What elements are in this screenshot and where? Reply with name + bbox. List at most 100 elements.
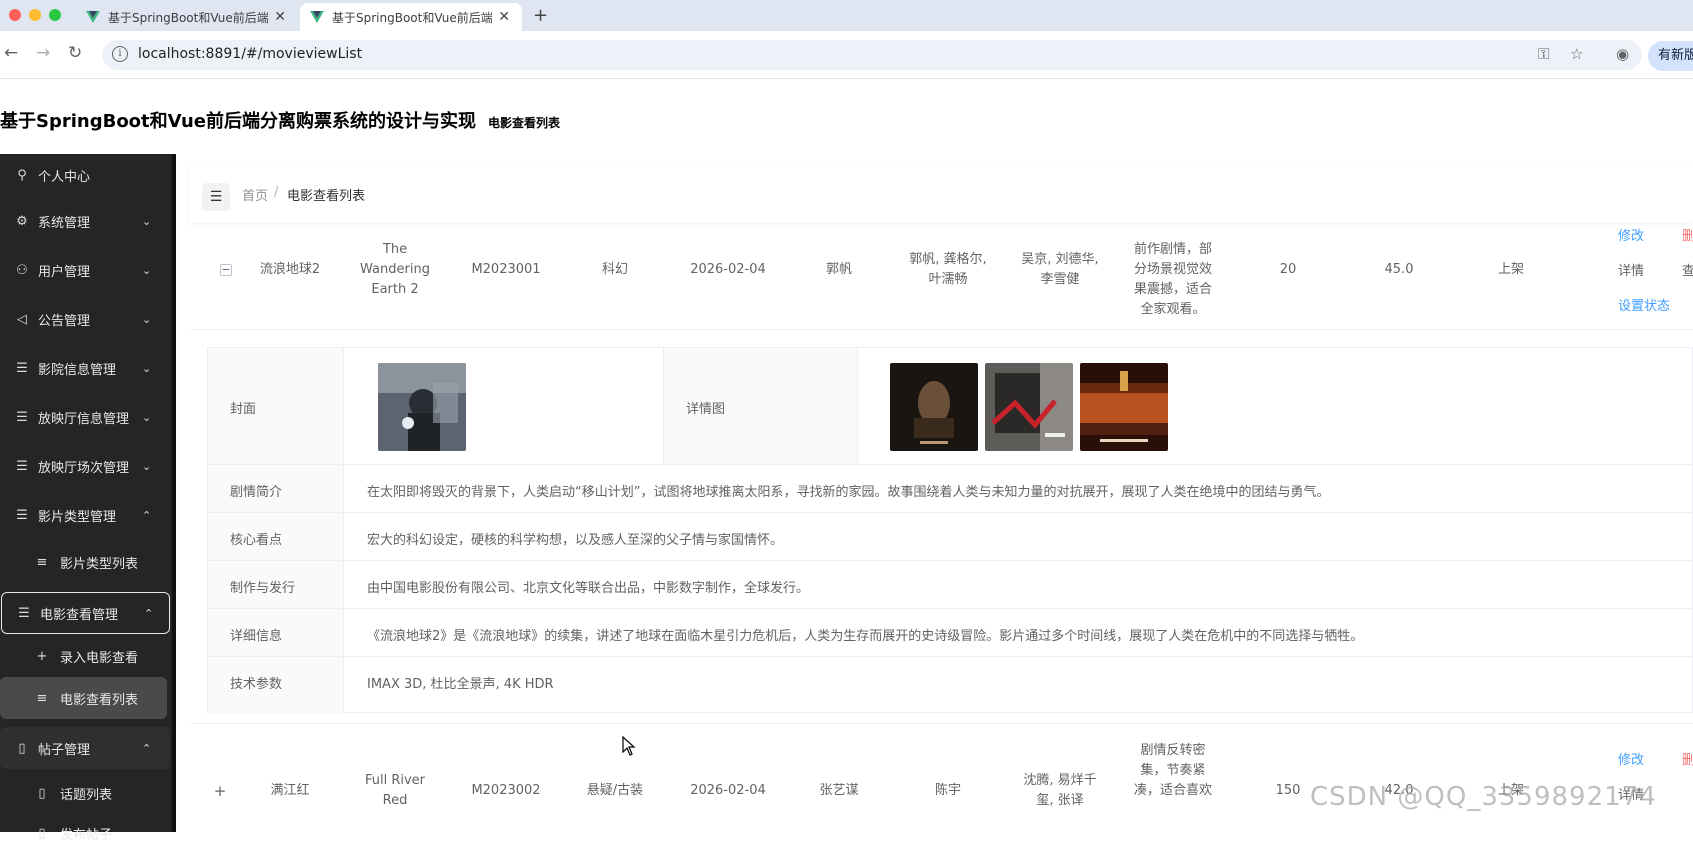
sidebar-item-genre-list[interactable]: ≡ 影片类型列表 [0, 541, 172, 583]
en-name-line: Full River [364, 773, 426, 788]
row-divider [208, 560, 1693, 561]
sidebar-item-posts[interactable]: ▯ 帖子管理 ⌃ [0, 727, 170, 769]
movie-actors: 吴京, 刘德华, 李雪健 [1005, 250, 1115, 290]
browser-tab-active[interactable]: 基于SpringBoot和Vue前后端分离 ✕ [300, 3, 522, 31]
detail-image[interactable] [890, 363, 978, 451]
cover-image[interactable] [378, 363, 466, 451]
info-value: 《流浪地球2》是《流浪地球》的续集，讲述了地球在面临木星引力危机后，人类为生存而… [367, 629, 1364, 644]
sidebar-item-schedule[interactable]: ☰ 放映厅场次管理 ⌄ [0, 445, 172, 487]
sidebar-item-label: 帖子管理 [38, 742, 91, 758]
sidebar-item-users[interactable]: ⚇ 用户管理 ⌄ [0, 249, 172, 291]
sidebar-item-label: 影片类型列表 [60, 556, 139, 572]
sidebar-item-label: 个人中心 [38, 169, 91, 185]
review-line: 前作剧情，部 [1133, 242, 1212, 257]
site-info-icon[interactable]: i [112, 46, 128, 62]
en-name-line: Red [382, 793, 408, 808]
tab-title: 基于SpringBoot和Vue前后端分离 [108, 10, 268, 25]
profile-icon[interactable]: ◉ [1616, 45, 1629, 63]
delete-link[interactable]: 删 [1682, 749, 1693, 768]
cover-label: 封面 [230, 402, 257, 417]
sidebar-item-genre[interactable]: ☰ 影片类型管理 ⌃ [0, 494, 172, 536]
detail-image[interactable] [985, 363, 1073, 451]
movie-review: 前作剧情，部 分场景视觉效 果震撼，适合 全家观看。 [1118, 240, 1228, 320]
delete-link[interactable]: 删 [1682, 225, 1693, 244]
movie-stock: 20 [1279, 262, 1297, 277]
collapse-sidebar-button[interactable]: ☰ [202, 183, 230, 211]
tab-title: 基于SpringBoot和Vue前后端分离 [332, 10, 492, 25]
chevron-down-icon: ⌄ [142, 459, 152, 473]
sidebar-item-profile[interactable]: ⚲ 个人中心 [0, 154, 172, 196]
back-icon[interactable]: ← [4, 43, 18, 63]
expand-row-icon[interactable]: + [213, 781, 227, 801]
breadcrumb-home[interactable]: 首页 [242, 185, 268, 204]
browser-tab[interactable]: 基于SpringBoot和Vue前后端分离 ✕ [76, 3, 298, 31]
review-line: 凑，适合喜欢 [1133, 783, 1212, 798]
actors-line: 玺, 张译 [1036, 793, 1084, 808]
watermark: CSDN @QQ_3359892174 [1310, 782, 1657, 812]
chevron-up-icon: ⌃ [142, 508, 152, 522]
movie-status: 上架 [1497, 262, 1524, 277]
movie-review: 剧情反转密 集，节奏紧 凑，适合喜欢 [1118, 741, 1228, 801]
plus-icon: + [36, 648, 48, 664]
sidebar-item-add-movie[interactable]: + 录入电影查看 [0, 635, 172, 677]
sidebar-item-publish[interactable]: ▯ 发布帖子 [0, 812, 172, 854]
sidebar-item-label: 电影查看列表 [60, 692, 139, 708]
detail-images-label: 详情图 [686, 402, 726, 417]
tech-label: 技术参数 [230, 677, 283, 692]
forward-icon[interactable]: → [36, 43, 50, 63]
star-icon[interactable]: ☆ [1570, 45, 1583, 63]
actors-line: 李雪健 [1040, 272, 1080, 287]
list-icon: ☰ [16, 507, 28, 523]
maximize-window-button[interactable] [49, 9, 61, 21]
sidebar-item-label: 放映厅场次管理 [38, 460, 130, 476]
sidebar-item-topics[interactable]: ▯ 话题列表 [0, 772, 172, 814]
vue-logo-icon [86, 11, 100, 23]
user-icon: ⚲ [17, 167, 27, 183]
new-version-button[interactable]: 有新版 [1648, 41, 1693, 71]
app-title: 基于SpringBoot和Vue前后端分离购票系统的设计与实现 [0, 111, 476, 132]
sidebar-scrollbar[interactable] [172, 154, 176, 832]
sidebar-item-label: 影片类型管理 [38, 509, 117, 525]
movie-genre: 科幻 [601, 262, 628, 277]
movie-date: 2026-02-04 [690, 262, 766, 277]
sidebar-item-label: 电影查看管理 [40, 607, 119, 623]
review-line: 全家观看。 [1140, 302, 1206, 317]
collapse-row-icon[interactable]: − [220, 264, 232, 276]
movie-genre: 悬疑/古装 [586, 783, 644, 798]
edit-link[interactable]: 修改 [1618, 749, 1644, 768]
url-field[interactable]: i localhost:8891/#/movieviewList [102, 40, 1642, 70]
close-tab-icon[interactable]: ✕ [498, 9, 510, 25]
writers-line: 郭帆, 龚格尔, [909, 252, 987, 267]
sidebar-item-hall[interactable]: ☰ 放映厅信息管理 ⌄ [0, 396, 172, 438]
breadcrumb: ☰ 首页 / 电影查看列表 [190, 163, 1693, 223]
breadcrumb-current: 电影查看列表 [287, 189, 366, 204]
sidebar-item-label: 用户管理 [38, 264, 91, 280]
close-tab-icon[interactable]: ✕ [274, 9, 286, 25]
sidebar-item-movie-list[interactable]: ≡ 电影查看列表 [0, 677, 167, 719]
close-window-button[interactable] [9, 9, 21, 21]
en-name-line: The [382, 242, 408, 257]
new-tab-button[interactable]: + [533, 5, 548, 26]
reload-icon[interactable]: ↻ [68, 43, 82, 63]
row-divider [208, 464, 1693, 465]
sidebar-item-notices[interactable]: ◁ 公告管理 ⌄ [0, 298, 172, 340]
highlights-value: 宏大的科幻设定，硬核的科学构想，以及感人至深的父子情与家国情怀。 [367, 533, 784, 548]
movie-name: 满江红 [270, 783, 310, 798]
key-icon[interactable]: ⚿ [1538, 45, 1549, 63]
en-name-line: Earth 2 [371, 282, 419, 297]
view-link[interactable]: 查 [1682, 260, 1693, 279]
mouse-cursor-icon [622, 736, 636, 756]
edit-link[interactable]: 修改 [1618, 225, 1644, 244]
menu-icon: ≡ [36, 554, 48, 570]
sidebar-item-cinema[interactable]: ☰ 影院信息管理 ⌄ [0, 347, 172, 389]
minimize-window-button[interactable] [29, 9, 41, 21]
detail-image[interactable] [1080, 363, 1168, 451]
sidebar-item-system[interactable]: ⚙ 系统管理 ⌄ [0, 200, 172, 242]
browser-tab-bar: 基于SpringBoot和Vue前后端分离 ✕ 基于SpringBoot和Vue… [0, 0, 1693, 31]
movie-director: 郭帆 [825, 262, 852, 277]
row-divider [208, 512, 1693, 513]
set-status-link[interactable]: 设置状态 [1618, 295, 1670, 314]
sidebar-item-movie-view[interactable]: ☰ 电影查看管理 ⌃ [1, 592, 170, 634]
list-icon: ☰ [16, 409, 28, 425]
detail-link[interactable]: 详情 [1618, 260, 1644, 279]
